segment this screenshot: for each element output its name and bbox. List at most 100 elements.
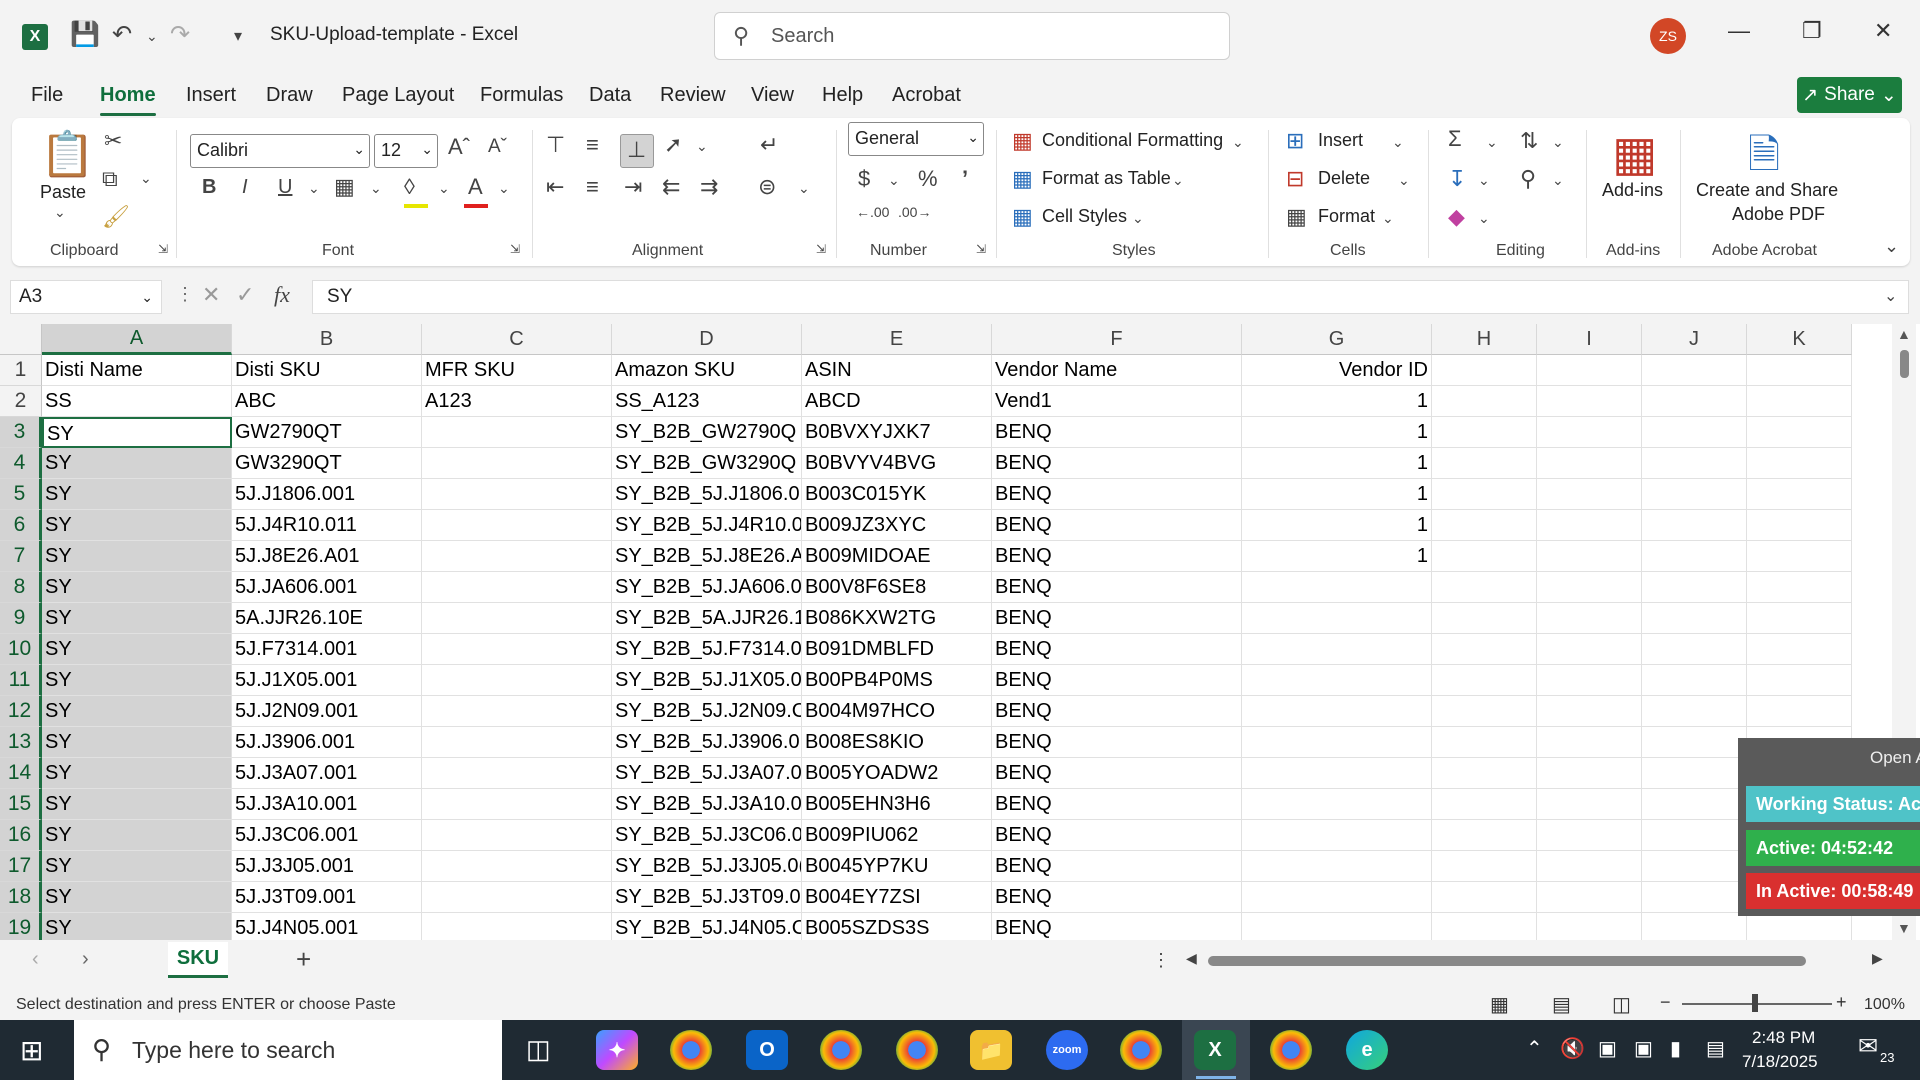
cell-d15[interactable]: SY_B2B_5J.J3A10.0 (612, 789, 802, 820)
cell-e17[interactable]: B0045YP7KU (802, 851, 992, 882)
cell-b6[interactable]: 5J.J4R10.011 (232, 510, 422, 541)
avatar[interactable]: ZS (1650, 18, 1686, 54)
cell-c15[interactable] (422, 789, 612, 820)
cell-i5[interactable] (1537, 479, 1642, 510)
number-launcher-icon[interactable]: ⇲ (976, 242, 986, 256)
cell-j13[interactable] (1642, 727, 1747, 758)
cell-c10[interactable] (422, 634, 612, 665)
underline-icon[interactable]: U (278, 176, 292, 199)
cell-h13[interactable] (1432, 727, 1537, 758)
cell-a18[interactable]: SY (42, 882, 232, 913)
show-hidden-icons[interactable]: ⌃ (1526, 1036, 1543, 1061)
increase-decimal-icon[interactable]: ←.00 (856, 204, 889, 220)
fill-icon[interactable]: ↧ (1448, 166, 1466, 192)
cell-i1[interactable] (1537, 355, 1642, 386)
cell-k5[interactable] (1747, 479, 1852, 510)
cell-c5[interactable] (422, 479, 612, 510)
align-right-icon[interactable]: ⇥ (624, 174, 642, 200)
expand-formula-icon[interactable]: ⌄ (1884, 286, 1897, 306)
column-header-e[interactable]: E (802, 324, 992, 355)
copilot-icon[interactable]: ✦ (596, 1030, 638, 1070)
find-select-dropdown-icon[interactable]: ⌄ (1552, 172, 1564, 189)
cell-c19[interactable] (422, 913, 612, 940)
column-header-b[interactable]: B (232, 324, 422, 355)
create-share-pdf-line2[interactable]: Adobe PDF (1732, 204, 1825, 225)
cell-f3[interactable]: BENQ (992, 417, 1242, 448)
cell-b10[interactable]: 5J.F7314.001 (232, 634, 422, 665)
row-header-5[interactable]: 5 (0, 479, 42, 510)
cell-j15[interactable] (1642, 789, 1747, 820)
cell-h1[interactable] (1432, 355, 1537, 386)
more-options-icon[interactable]: ⋮ (176, 284, 194, 305)
cell-i9[interactable] (1537, 603, 1642, 634)
row-header-13[interactable]: 13 (0, 727, 42, 758)
cell-c12[interactable] (422, 696, 612, 727)
cell-f11[interactable]: BENQ (992, 665, 1242, 696)
cell-i19[interactable] (1537, 913, 1642, 940)
format-cells-button[interactable]: Format (1318, 206, 1375, 227)
cell-g1[interactable]: Vendor ID (1242, 355, 1432, 386)
cell-f14[interactable]: BENQ (992, 758, 1242, 789)
prev-sheet-icon[interactable]: ‹ (32, 948, 39, 971)
increase-font-icon[interactable]: Aˆ (448, 134, 470, 160)
cell-i6[interactable] (1537, 510, 1642, 541)
decrease-font-icon[interactable]: Aˇ (488, 136, 507, 158)
merge-center-icon[interactable]: ⊜ (758, 174, 776, 200)
battery-icon[interactable]: ▮ (1670, 1036, 1681, 1061)
tab-data[interactable]: Data (589, 84, 631, 107)
cell-f4[interactable]: BENQ (992, 448, 1242, 479)
cell-c17[interactable] (422, 851, 612, 882)
taskbar-search[interactable]: ⚲ Type here to search (74, 1020, 502, 1080)
cell-a5[interactable]: SY (42, 479, 232, 510)
cell-e12[interactable]: B004M97HCO (802, 696, 992, 727)
select-all-corner[interactable] (0, 324, 42, 355)
format-as-table-button[interactable]: Format as Table (1042, 168, 1171, 189)
cell-e5[interactable]: B003C015YK (802, 479, 992, 510)
cell-e19[interactable]: B005SZDS3S (802, 913, 992, 940)
row-header-9[interactable]: 9 (0, 603, 42, 634)
customize-toolbar-icon[interactable]: ▾ (234, 26, 242, 46)
cell-h4[interactable] (1432, 448, 1537, 479)
next-sheet-icon[interactable]: › (82, 948, 89, 971)
cell-h17[interactable] (1432, 851, 1537, 882)
cell-j17[interactable] (1642, 851, 1747, 882)
zoom-out-button[interactable]: − (1660, 992, 1671, 1013)
cell-i7[interactable] (1537, 541, 1642, 572)
cell-d6[interactable]: SY_B2B_5J.J4R10.0 (612, 510, 802, 541)
cell-h2[interactable] (1432, 386, 1537, 417)
chrome-profile-4-icon[interactable] (1270, 1030, 1312, 1070)
minimize-icon[interactable]: — (1728, 18, 1750, 44)
cell-g4[interactable]: 1 (1242, 448, 1432, 479)
cell-d9[interactable]: SY_B2B_5A.JJR26.1 (612, 603, 802, 634)
orientation-dropdown-icon[interactable]: ⌄ (696, 138, 708, 155)
cell-g13[interactable] (1242, 727, 1432, 758)
cell-h3[interactable] (1432, 417, 1537, 448)
cell-d8[interactable]: SY_B2B_5J.JA606.0 (612, 572, 802, 603)
camera-icon[interactable]: ▣ (1634, 1036, 1653, 1061)
cell-k9[interactable] (1747, 603, 1852, 634)
cell-b11[interactable]: 5J.J1X05.001 (232, 665, 422, 696)
fill-color-icon[interactable]: ◊ (404, 174, 415, 200)
row-header-3[interactable]: 3 (0, 417, 42, 448)
decrease-indent-icon[interactable]: ⇇ (662, 174, 680, 200)
delete-cells-button[interactable]: Delete (1318, 168, 1370, 189)
cell-b2[interactable]: ABC (232, 386, 422, 417)
sort-filter-icon[interactable]: ⇅ (1520, 128, 1538, 154)
restore-icon[interactable]: ❐ (1802, 18, 1822, 44)
row-header-8[interactable]: 8 (0, 572, 42, 603)
cell-a10[interactable]: SY (42, 634, 232, 665)
align-bottom-button[interactable]: ⊥ (620, 134, 654, 168)
cell-j12[interactable] (1642, 696, 1747, 727)
cell-e9[interactable]: B086KXW2TG (802, 603, 992, 634)
paste-dropdown-icon[interactable]: ⌄ (54, 204, 66, 221)
cell-e1[interactable]: ASIN (802, 355, 992, 386)
chrome-profile-3-icon[interactable] (1120, 1030, 1162, 1070)
cut-icon[interactable]: ✂ (104, 128, 122, 154)
cell-j9[interactable] (1642, 603, 1747, 634)
tab-acrobat[interactable]: Acrobat (892, 84, 961, 107)
cell-h5[interactable] (1432, 479, 1537, 510)
add-sheet-button[interactable]: + (296, 944, 311, 975)
cell-i13[interactable] (1537, 727, 1642, 758)
sort-filter-dropdown-icon[interactable]: ⌄ (1552, 134, 1564, 151)
cell-k8[interactable] (1747, 572, 1852, 603)
